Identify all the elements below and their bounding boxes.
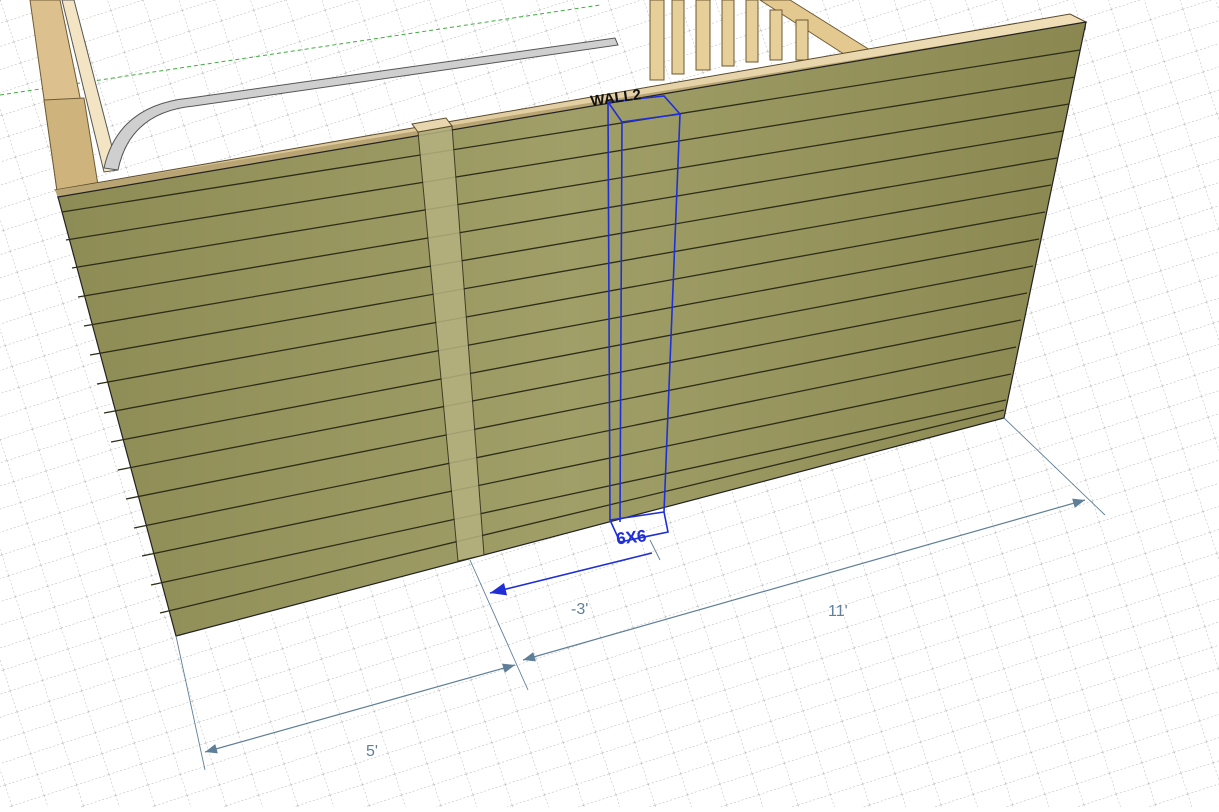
3d-viewport[interactable]: WALL2 6X6 -3' 11' 5' (0, 0, 1219, 807)
dimension-label-left[interactable]: 5' (366, 743, 378, 760)
dimension-label-right[interactable]: 11' (828, 603, 848, 620)
post-label-tag: 6X6 (615, 526, 647, 548)
scene-canvas[interactable]: WALL2 6X6 -3' 11' 5' (0, 0, 1219, 807)
dimension-label-offset[interactable]: -3' (571, 601, 588, 618)
